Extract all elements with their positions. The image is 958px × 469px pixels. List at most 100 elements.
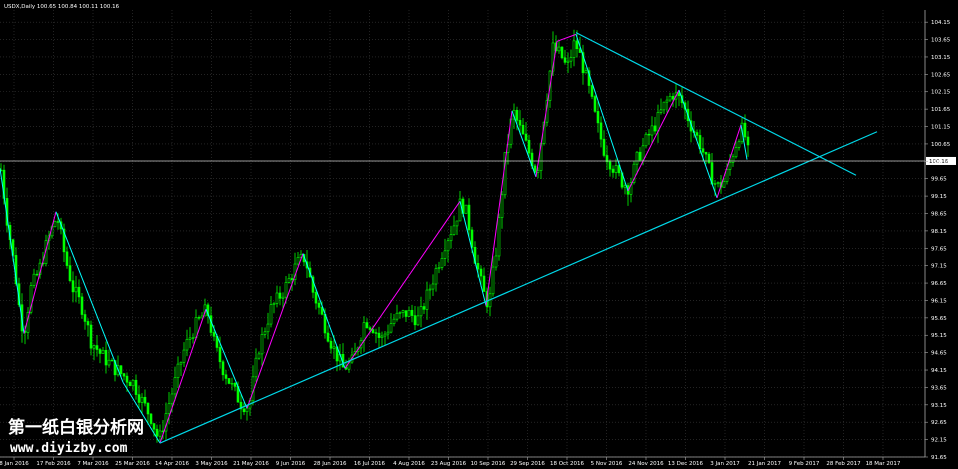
candle-body [290,278,294,280]
candle-body [596,111,600,124]
x-tick-label: 24 Nov 2016 [628,461,664,467]
candle-body [659,109,663,113]
candle-body [68,265,72,281]
candle-body [314,292,318,304]
y-tick-label: 94.15 [931,368,947,374]
candle-body [635,151,639,165]
candle-body [119,365,123,374]
candle-body [74,286,78,293]
candle-body [395,312,399,320]
y-tick-label: 103.15 [931,55,951,61]
y-tick-label: 99.65 [931,177,947,183]
candle-body [92,345,96,349]
candle-body [464,204,468,214]
candle-body [101,349,105,354]
candle-body [89,324,93,349]
candle-body [374,332,378,334]
candle-body [434,268,438,285]
candle-body [152,423,156,430]
candle-body [362,322,366,341]
y-tick-label: 94.65 [931,351,947,357]
candle-body [428,288,432,291]
candle-body [731,156,735,163]
candle-body [518,120,522,126]
candle-body [146,402,150,415]
candle-body [386,331,390,335]
candle-body [140,396,144,403]
candle-body [644,133,648,147]
x-tick-label: 16 Jul 2016 [354,461,386,467]
y-tick-label: 102.65 [931,72,951,78]
candle-body [656,112,660,132]
y-tick-label: 93.65 [931,385,947,391]
candle-body [122,373,126,377]
candle-body [296,257,300,265]
candle-body [734,147,738,158]
price-chart[interactable]: 100.16 104.15103.65103.15102.65102.15101… [0,0,958,469]
candle-body [176,363,180,379]
candle-body [452,225,456,235]
candle-body [398,312,402,314]
candle-body [221,361,225,376]
y-tick-label: 101.15 [931,125,951,131]
x-tick-label: 28 Jun 2016 [313,461,347,467]
candle-body [56,221,60,223]
candle-body [662,101,666,111]
candle-body [491,266,495,295]
y-tick-label: 93.15 [931,403,947,409]
candle-body [35,273,39,276]
candle-body [242,408,246,413]
y-tick-label: 99.15 [931,194,947,200]
x-tick-label: 10 Sep 2016 [471,461,506,467]
x-tick-label: 14 Apr 2016 [155,461,190,467]
candle-body [569,57,573,62]
candle-body [266,323,270,333]
x-tick-label: 4 Aug 2016 [393,461,425,467]
candle-body [284,282,288,298]
y-tick-label: 101.65 [931,107,951,113]
candle-body [365,322,369,329]
candle-body [737,141,741,148]
candle-body [149,413,153,424]
y-tick-label: 96.65 [931,281,947,287]
candle-body [515,109,519,121]
y-tick-label: 103.65 [931,38,951,44]
candle-body [623,185,627,188]
candle-body [407,309,411,317]
candle-body [593,96,597,112]
candle-body [95,345,99,350]
candle-body [104,349,108,366]
candle-body [65,251,69,266]
y-tick-label: 97.65 [931,246,947,252]
candle-body [602,138,606,156]
x-tick-label: 29 Sep 2016 [510,461,545,467]
candle-body [584,70,588,74]
candle-body [722,181,726,188]
candle-body [440,258,444,268]
candle-body [71,280,75,293]
candle-body [269,304,273,325]
candle-body [185,339,189,351]
candle-body [500,194,504,218]
candle-body [608,161,612,170]
candle-body [527,139,531,154]
candle-body [476,263,480,270]
candle-body [650,125,654,136]
x-tick-label: 13 Dec 2016 [668,461,704,467]
candle-body [98,349,102,354]
candle-body [158,430,162,437]
candle-body [173,377,177,395]
y-tick-label: 91.65 [931,455,947,461]
candle-body [275,292,279,304]
candle-body [371,329,375,333]
candle-body [224,374,228,379]
x-tick-label: 3 May 2016 [195,461,228,467]
x-tick-label: 18 Oct 2016 [550,461,585,467]
candle-body [566,60,570,63]
candle-body [257,353,261,359]
candle-body [521,124,525,135]
x-tick-label: 21 May 2016 [233,461,269,467]
candle-body [443,250,447,259]
candle-body [725,169,729,182]
chart-background [0,0,958,469]
